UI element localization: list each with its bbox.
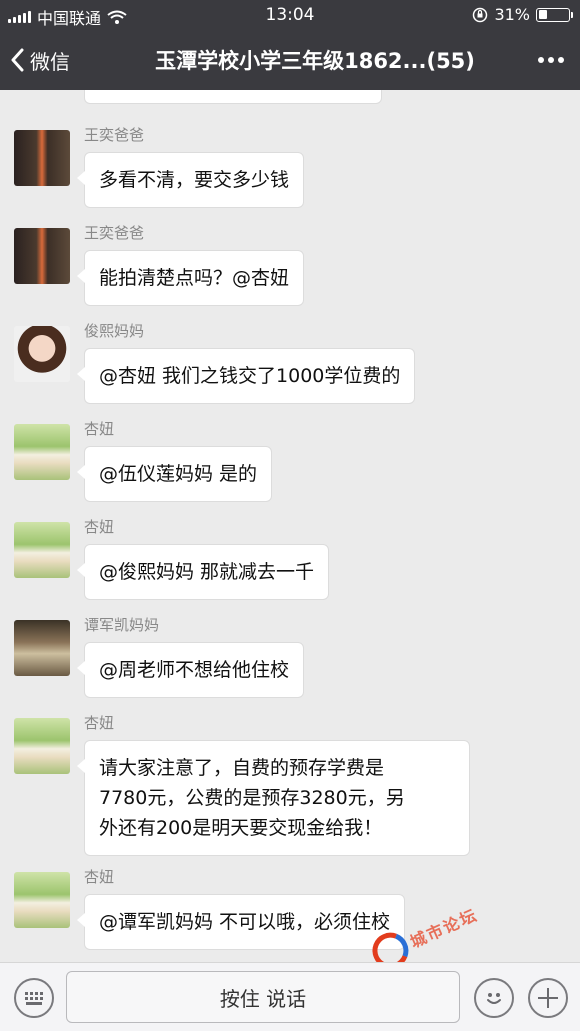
sender-name: 王奕爸爸 <box>84 224 145 242</box>
avatar[interactable] <box>14 522 70 578</box>
rotation-lock-icon <box>473 7 488 22</box>
input-bar: 按住 说话 <box>0 962 580 1031</box>
keyboard-icon <box>25 991 43 1005</box>
battery-icon <box>536 7 573 22</box>
smiley-icon <box>487 993 501 1004</box>
sender-name: 谭军凯妈妈 <box>84 616 160 634</box>
message-bubble[interactable]: 请大家注意了，自费的预存学费是 7780元，公费的是预存3280元，另 外还有2… <box>77 740 470 856</box>
message-bubble[interactable]: @杏妞 我们之钱交了1000学位费的 <box>76 348 416 404</box>
message-line: 外还有200是明天要交现金给我！ <box>99 817 383 839</box>
battery-percent: 31% <box>494 5 530 24</box>
avatar[interactable] <box>14 620 70 676</box>
avatar[interactable] <box>14 424 70 480</box>
sender-name: 王奕爸爸 <box>84 126 145 144</box>
message-bubble[interactable]: 能拍清楚点吗？@杏妞 <box>76 250 305 306</box>
avatar[interactable] <box>14 130 70 186</box>
chevron-left-icon <box>11 48 24 72</box>
emoji-button[interactable] <box>474 978 514 1018</box>
message-bubble[interactable]: @周老师不想给他住校 <box>76 642 305 698</box>
avatar[interactable] <box>14 326 70 382</box>
sender-name: 杏妞 <box>84 714 115 732</box>
avatar[interactable] <box>14 228 70 284</box>
back-button[interactable]: 微信 <box>10 30 70 90</box>
avatar[interactable] <box>14 718 70 774</box>
dot-icon <box>538 57 544 63</box>
sender-name: 杏妞 <box>84 518 115 536</box>
message-line: 7780元，公费的是预存3280元，另 <box>99 787 405 809</box>
back-label: 微信 <box>30 49 70 74</box>
dot-icon <box>558 57 564 63</box>
keyboard-toggle-button[interactable] <box>14 978 54 1018</box>
sender-name: 杏妞 <box>84 868 115 886</box>
message-bubble[interactable]: @伍仪莲妈妈 是的 <box>76 446 273 502</box>
avatar[interactable] <box>14 872 70 928</box>
sender-name: 俊熙妈妈 <box>84 322 145 340</box>
message-bubble[interactable]: @俊熙妈妈 那就减去一千 <box>76 544 330 600</box>
dot-icon <box>548 57 554 63</box>
previous-message-bubble <box>84 90 382 104</box>
message-bubble[interactable]: @谭军凯妈妈 不可以哦，必须住校 <box>76 894 406 950</box>
sender-name: 杏妞 <box>84 420 115 438</box>
nav-bar: 微信 玉潭学校小学三年级1862...(55) <box>0 30 580 90</box>
status-bar: 中国联通 13:04 31% <box>0 0 580 30</box>
chat-title: 玉潭学校小学三年级1862...(55) <box>155 49 475 73</box>
message-bubble[interactable]: 多看不清，要交多少钱 <box>76 152 305 208</box>
add-button[interactable] <box>528 978 568 1018</box>
chat-area[interactable]: 王奕爸爸 多看不清，要交多少钱 王奕爸爸 能拍清楚点吗？@杏妞 俊熙妈妈 @杏妞… <box>0 90 580 962</box>
more-button[interactable] <box>538 30 564 90</box>
message-line: 请大家注意了，自费的预存学费是 <box>99 757 385 779</box>
hold-to-talk-button[interactable]: 按住 说话 <box>66 971 460 1023</box>
